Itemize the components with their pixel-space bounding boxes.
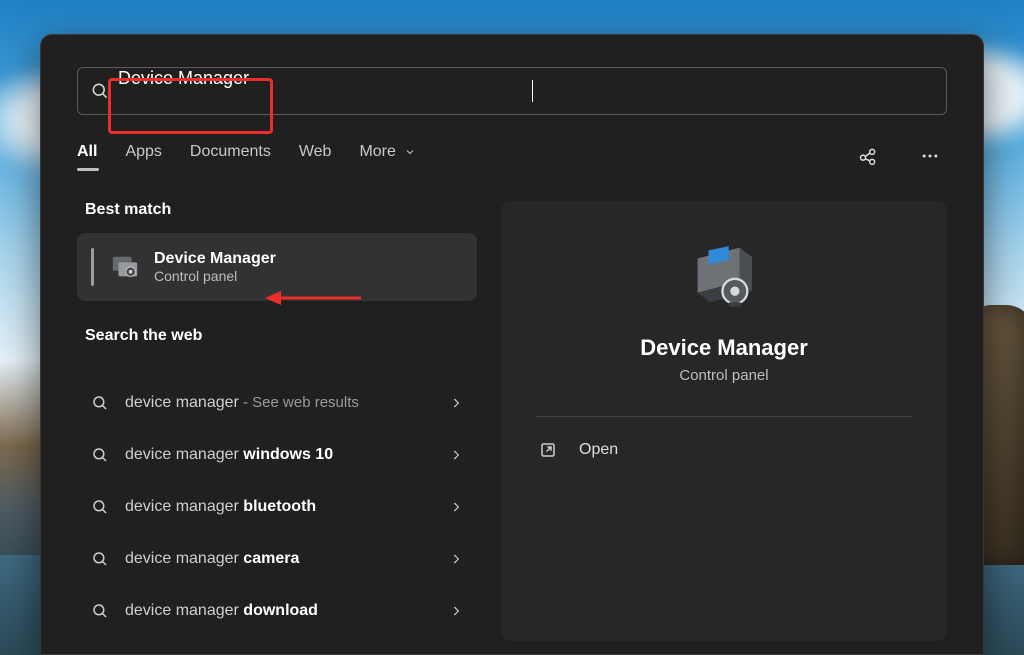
chevron-right-icon [449, 500, 463, 514]
web-result-label: device manager download [125, 602, 318, 620]
chevron-down-icon [404, 146, 416, 158]
chevron-right-icon [449, 604, 463, 618]
search-input-value: Device Manager [118, 68, 532, 114]
open-label: Open [579, 441, 618, 459]
chevron-right-icon [449, 396, 463, 410]
best-match-subtitle: Control panel [154, 268, 276, 284]
search-icon [91, 602, 109, 620]
chevron-right-icon [449, 448, 463, 462]
best-match-title: Device Manager [154, 250, 276, 268]
web-result-label: device manager windows 10 [125, 446, 333, 464]
tab-documents[interactable]: Documents [190, 143, 271, 169]
results-column: Best match Device Manager Control panel … [77, 201, 477, 641]
web-result-label: device manager bluetooth [125, 498, 316, 516]
best-match-result[interactable]: Device Manager Control panel [77, 233, 477, 301]
selection-indicator [91, 248, 94, 286]
tab-more[interactable]: More [359, 143, 416, 169]
open-external-icon [539, 441, 557, 459]
share-icon-glyph [858, 146, 878, 166]
search-icon [90, 81, 110, 101]
search-icon [91, 394, 109, 412]
tab-apps[interactable]: Apps [125, 143, 161, 169]
start-search-panel: Device Manager All Apps Documents Web Mo… [40, 34, 984, 655]
web-result[interactable]: device manager camera [77, 533, 477, 585]
share-icon[interactable] [851, 139, 885, 173]
web-result[interactable]: device manager download [77, 585, 477, 637]
search-icon [91, 446, 109, 464]
device-manager-large-icon [684, 243, 764, 313]
best-match-heading: Best match [85, 201, 477, 219]
ellipsis-icon [920, 146, 940, 166]
text-caret [532, 80, 533, 102]
chevron-right-icon [449, 552, 463, 566]
preview-pane: Device Manager Control panel Open [501, 201, 947, 641]
tab-all[interactable]: All [77, 143, 97, 169]
divider [535, 416, 913, 417]
search-icon [91, 550, 109, 568]
web-result-label: device manager camera [125, 550, 299, 568]
preview-subtitle: Control panel [679, 367, 768, 384]
web-result-label: device manager - See web results [125, 394, 359, 412]
filter-tabs: All Apps Documents Web More [77, 139, 947, 173]
search-web-heading: Search the web [85, 327, 477, 345]
device-manager-icon [110, 252, 140, 282]
preview-action-open[interactable]: Open [535, 421, 913, 479]
tab-web[interactable]: Web [299, 143, 332, 169]
preview-title: Device Manager [640, 335, 808, 361]
search-field[interactable]: Device Manager [77, 67, 947, 115]
more-options-button[interactable] [913, 139, 947, 173]
search-icon [91, 498, 109, 516]
web-result[interactable]: device manager - See web results [77, 377, 477, 429]
web-result[interactable]: device manager windows 10 [77, 429, 477, 481]
web-result[interactable]: device manager bluetooth [77, 481, 477, 533]
